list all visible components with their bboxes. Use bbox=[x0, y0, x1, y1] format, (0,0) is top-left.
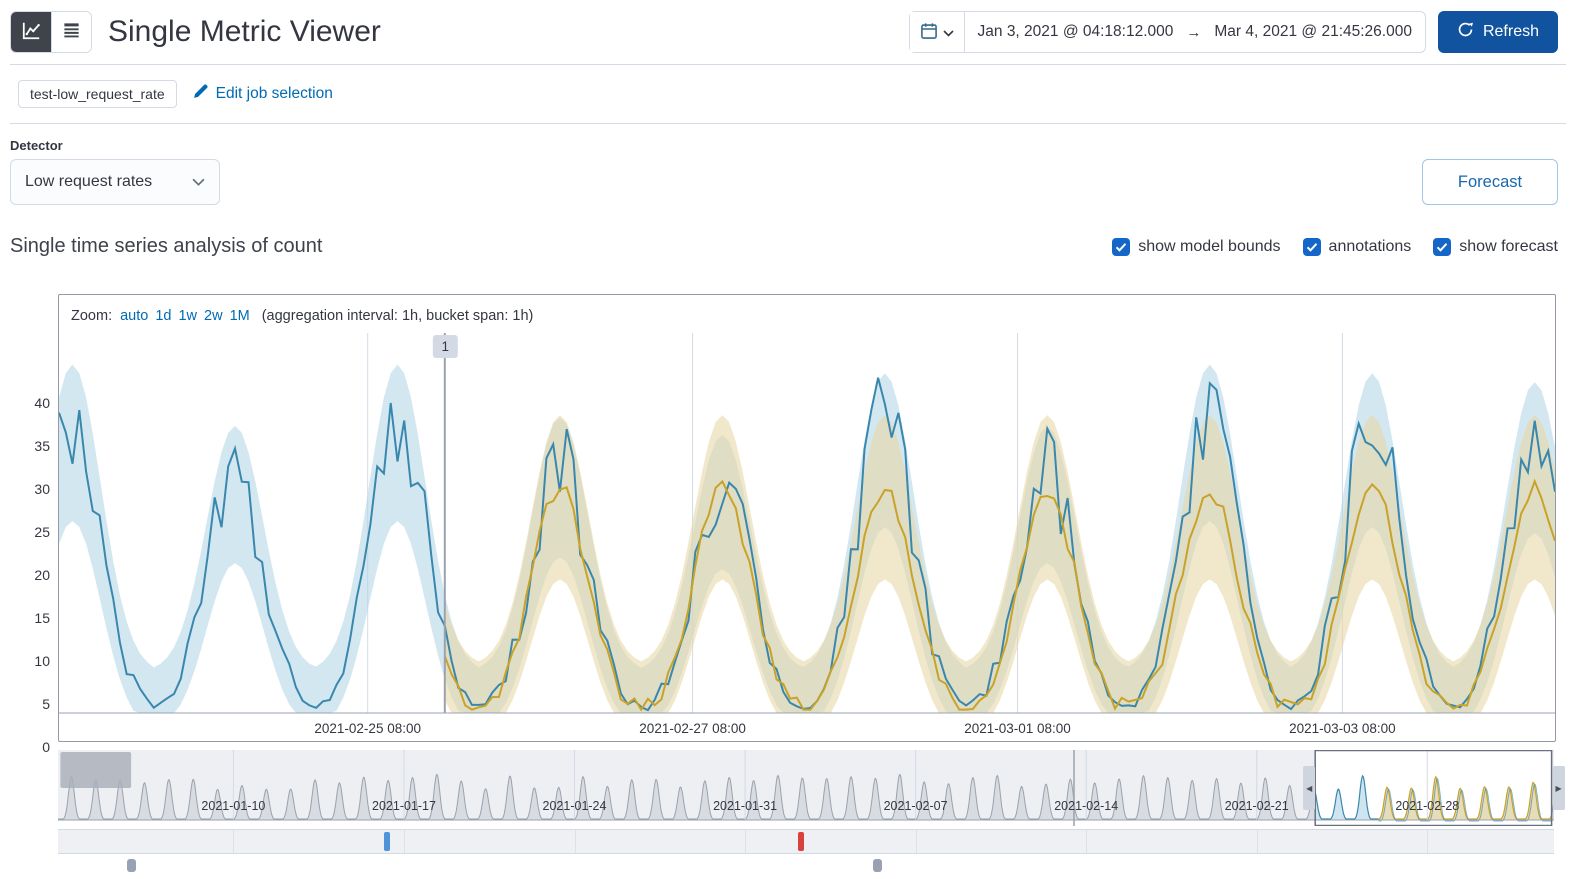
date-range-arrow-icon: → bbox=[1186, 23, 1202, 41]
chevron-down-icon bbox=[192, 173, 205, 191]
zoom-options: auto 1d 1w 2w 1M bbox=[120, 308, 250, 324]
navigator: 2021-01-10 2021-01-17 2021-01-24 2021-01-31… bbox=[10, 750, 1565, 826]
lane-marker-dot bbox=[127, 859, 137, 872]
single-metric-viewer-page: Single Metric Viewer Jan 3, 2021 @ 04:18… bbox=[0, 0, 1576, 877]
navigator-date-label: 2021-01-10 bbox=[201, 799, 265, 813]
view-switcher bbox=[10, 11, 92, 53]
navigator-date-label: 2021-01-24 bbox=[543, 799, 607, 813]
job-bar: test-low_request_rate Edit job selection bbox=[10, 65, 1566, 123]
lower-markers-lane bbox=[58, 857, 1554, 877]
annotations-lane-separator bbox=[574, 830, 576, 853]
detector-select[interactable]: Low request rates bbox=[10, 159, 220, 205]
pencil-icon bbox=[192, 83, 209, 105]
navigator-date-label: 2021-01-17 bbox=[372, 799, 436, 813]
y-axis-label: 5 bbox=[42, 696, 50, 712]
start-date-button[interactable]: Jan 3, 2021 @ 04:18:12.000 bbox=[965, 23, 1187, 41]
page-header: Single Metric Viewer Jan 3, 2021 @ 04:18… bbox=[10, 0, 1566, 64]
forecast-button[interactable]: Forecast bbox=[1422, 159, 1558, 205]
analysis-row: Single time series analysis of count sho… bbox=[10, 235, 1566, 258]
annotations-lane-separator bbox=[404, 830, 405, 853]
annotation-marker[interactable] bbox=[383, 832, 390, 851]
zoom-bar: Zoom: auto 1d 1w 2w 1M (aggregation inte… bbox=[59, 295, 1555, 329]
checkbox-label: show forecast bbox=[1459, 237, 1558, 255]
table-view-button[interactable] bbox=[51, 12, 91, 52]
aggregation-interval-note: (aggregation interval: 1h, bucket span: … bbox=[261, 307, 534, 324]
main-chart-svg[interactable]: 1 2021-02-25 08:00 2021-02-27 08:00 2021-03… bbox=[59, 329, 1555, 741]
page-title: Single Metric Viewer bbox=[108, 15, 381, 48]
annotations-lane-separator bbox=[745, 830, 747, 853]
datepicker-quick-menu-button[interactable] bbox=[909, 12, 965, 52]
navigator-date-label: 2021-02-07 bbox=[884, 799, 948, 813]
y-axis-labels: 40 35 30 25 20 15 10 5 0 bbox=[10, 394, 50, 756]
zoom-option-1d[interactable]: 1d bbox=[155, 308, 171, 324]
chart-panel: Zoom: auto 1d 1w 2w 1M (aggregation inte… bbox=[58, 294, 1556, 742]
date-range-picker: Jan 3, 2021 @ 04:18:12.000 → Mar 4, 2021… bbox=[908, 11, 1426, 53]
zoom-label: Zoom: bbox=[71, 307, 113, 324]
calendar-icon bbox=[920, 22, 938, 43]
navigator-left-arrow[interactable]: ◀ bbox=[1303, 766, 1316, 810]
x-axis-label: 2021-02-27 08:00 bbox=[639, 721, 746, 736]
annotations-lane-separator bbox=[1256, 830, 1258, 853]
navigator-date-label: 2021-02-28 bbox=[1395, 799, 1459, 813]
line-chart-icon bbox=[22, 21, 41, 43]
annotations-lane-separator bbox=[915, 830, 917, 853]
y-axis-label: 20 bbox=[34, 567, 50, 583]
checkbox-label: annotations bbox=[1328, 237, 1412, 255]
detector-label: Detector bbox=[10, 138, 63, 153]
y-axis-label: 40 bbox=[34, 395, 50, 411]
y-axis-label: 30 bbox=[34, 481, 50, 497]
y-axis-label: 35 bbox=[34, 438, 50, 454]
time-series-chart: 40 35 30 25 20 15 10 5 0 Zoom: auto 1d 1w 2w 1M … bbox=[10, 294, 1556, 755]
navigator-right-arrow[interactable]: ▶ bbox=[1552, 766, 1565, 810]
zoom-option-1w[interactable]: 1w bbox=[178, 308, 197, 324]
annotations-lane bbox=[58, 829, 1554, 854]
checkbox-label: show model bounds bbox=[1138, 237, 1281, 255]
annotations-lane-separator bbox=[1427, 830, 1429, 853]
refresh-label: Refresh bbox=[1482, 23, 1539, 40]
x-axis-label: 2021-02-25 08:00 bbox=[314, 721, 421, 736]
svg-text:1: 1 bbox=[442, 339, 450, 354]
x-axis-label: 2021-03-01 08:00 bbox=[964, 721, 1071, 736]
navigator-date-label: 2021-02-14 bbox=[1054, 799, 1118, 813]
show-forecast-checkbox[interactable]: show forecast bbox=[1433, 237, 1558, 256]
table-icon bbox=[62, 21, 81, 43]
annotations-lane-separator bbox=[1086, 830, 1088, 853]
lane-marker-dot bbox=[872, 859, 882, 872]
job-badge: test-low_request_rate bbox=[18, 80, 177, 108]
x-axis-label: 2021-03-03 08:00 bbox=[1289, 721, 1396, 736]
navigator-loaded-block bbox=[60, 752, 132, 788]
analysis-heading: Single time series analysis of count bbox=[10, 235, 323, 257]
y-axis-label: 25 bbox=[34, 524, 50, 540]
detector-row: Detector Low request rates Forecast bbox=[10, 124, 1566, 205]
chart-options: show model bounds annotations show forec… bbox=[1112, 237, 1558, 256]
navigator-date-label: 2021-02-21 bbox=[1225, 799, 1289, 813]
navigator-svg[interactable]: 2021-01-10 2021-01-17 2021-01-24 2021-01-31… bbox=[58, 750, 1554, 826]
refresh-button[interactable]: Refresh bbox=[1437, 11, 1558, 53]
detector-selected-value: Low request rates bbox=[25, 173, 153, 190]
annotation-marker[interactable] bbox=[798, 832, 805, 851]
y-axis-label: 15 bbox=[34, 610, 50, 626]
zoom-option-1M[interactable]: 1M bbox=[230, 308, 250, 324]
zoom-option-auto[interactable]: auto bbox=[120, 308, 148, 324]
y-axis-label: 10 bbox=[34, 653, 50, 669]
edit-job-selection-link[interactable]: Edit job selection bbox=[216, 85, 333, 103]
zoom-option-2w[interactable]: 2w bbox=[204, 308, 223, 324]
checkbox-checked-icon bbox=[1433, 237, 1452, 256]
annotation-badge[interactable]: 1 bbox=[432, 335, 458, 358]
chevron-down-icon bbox=[942, 25, 954, 40]
annotations-checkbox[interactable]: annotations bbox=[1302, 237, 1412, 256]
checkbox-checked-icon bbox=[1112, 237, 1131, 256]
show-model-bounds-checkbox[interactable]: show model bounds bbox=[1112, 237, 1281, 256]
chart-view-button[interactable] bbox=[11, 12, 51, 52]
end-date-button[interactable]: Mar 4, 2021 @ 21:45:26.000 bbox=[1201, 23, 1425, 41]
navigator-date-label: 2021-01-31 bbox=[713, 799, 777, 813]
annotations-lane-separator bbox=[233, 830, 235, 853]
refresh-icon bbox=[1457, 21, 1474, 43]
edit-job-selection[interactable]: Edit job selection bbox=[192, 83, 333, 105]
checkbox-checked-icon bbox=[1302, 237, 1321, 256]
